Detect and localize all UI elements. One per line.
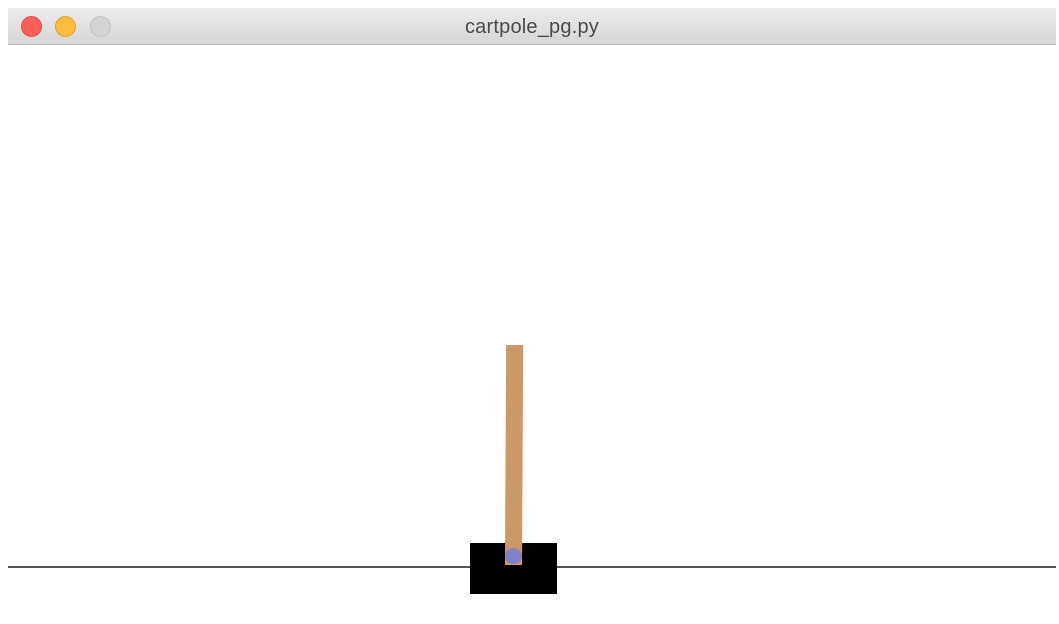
title-bar[interactable]: cartpole_pg.py xyxy=(8,8,1056,45)
app-window: cartpole_pg.py xyxy=(8,8,1056,620)
pole-axle xyxy=(505,548,522,564)
pole xyxy=(505,344,524,566)
cartpole-render-canvas xyxy=(8,45,1056,620)
window-title: cartpole_pg.py xyxy=(464,16,599,38)
